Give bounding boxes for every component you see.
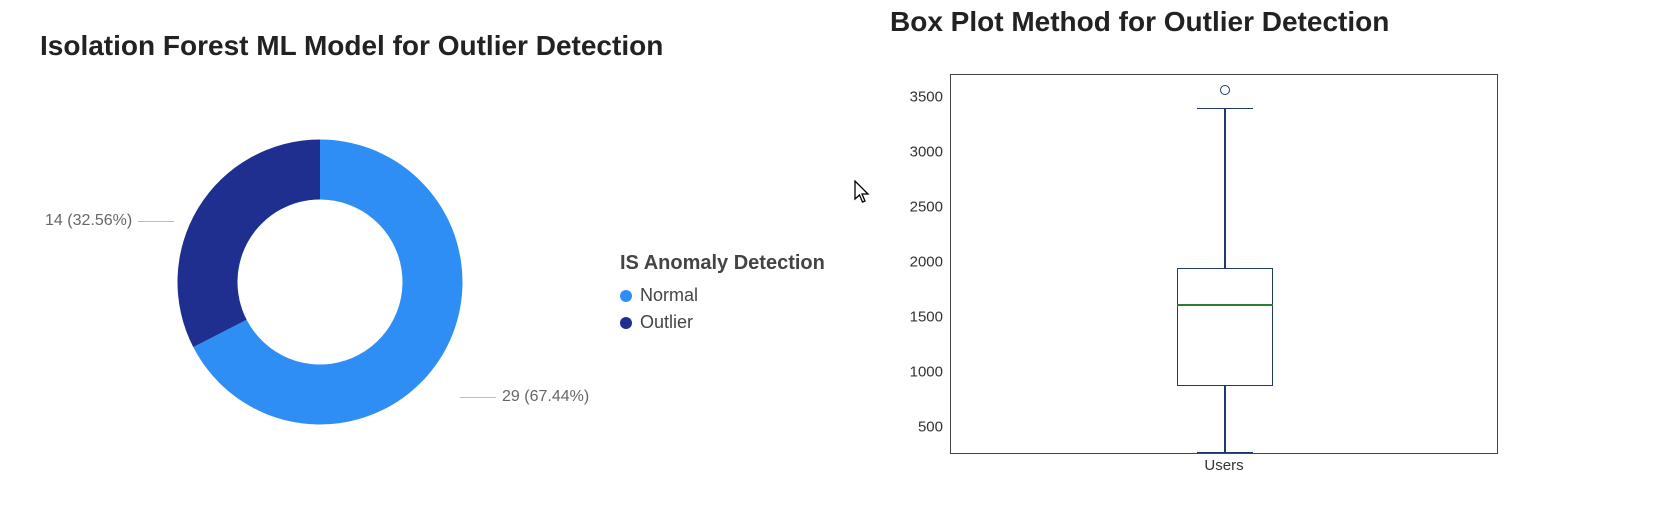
donut-ring [170,132,470,432]
panel-boxplot: Box Plot Method for Outlier Detection Us… [880,0,1680,524]
boxplot-chart: Users 500100015002000250030003500 [890,74,1590,454]
boxplot-frame: Users 500100015002000250030003500 [950,74,1498,454]
donut-chart: 14 (32.56%) 29 (67.44%) IS Anomaly Detec… [40,62,860,482]
legend-swatch-icon [620,290,632,302]
boxplot-ytick: 3000 [893,144,951,161]
leader-line-icon [138,221,174,222]
boxplot-ytick: 2000 [893,254,951,271]
legend-item-outlier: Outlier [620,312,825,333]
boxplot-cap [1197,452,1253,453]
boxplot-ytick: 1500 [893,309,951,326]
boxplot-xlabel: Users [951,453,1497,474]
page: Isolation Forest ML Model for Outlier De… [0,0,1680,524]
boxplot-ytick: 1000 [893,364,951,381]
legend-label: Outlier [640,312,693,333]
boxplot-ytick: 2500 [893,199,951,216]
legend-title: IS Anomaly Detection [620,252,825,275]
leader-line-icon [460,397,496,398]
title-isolation-forest: Isolation Forest ML Model for Outlier De… [40,30,860,62]
callout-outlier-text: 14 (32.56%) [45,212,132,230]
boxplot-box [1177,268,1273,386]
legend-item-normal: Normal [620,285,825,306]
boxplot-ytick: 3500 [893,89,951,106]
donut-svg [170,132,470,432]
title-boxplot: Box Plot Method for Outlier Detection [890,6,1640,38]
boxplot-whisker [1224,108,1225,268]
legend-label: Normal [640,285,698,306]
boxplot-cap [1197,108,1253,109]
boxplot-whisker [1224,386,1225,452]
boxplot-ytick: 500 [893,419,951,436]
legend-swatch-icon [620,317,632,329]
callout-normal: 29 (67.44%) [460,388,589,406]
callout-outlier: 14 (32.56%) [45,212,174,230]
donut-slice-outlier [178,140,320,348]
boxplot-outlier [1220,85,1230,95]
donut-legend: IS Anomaly Detection Normal Outlier [620,252,825,339]
panel-isolation-forest: Isolation Forest ML Model for Outlier De… [0,0,880,524]
boxplot-median [1177,304,1273,306]
callout-normal-text: 29 (67.44%) [502,388,589,406]
